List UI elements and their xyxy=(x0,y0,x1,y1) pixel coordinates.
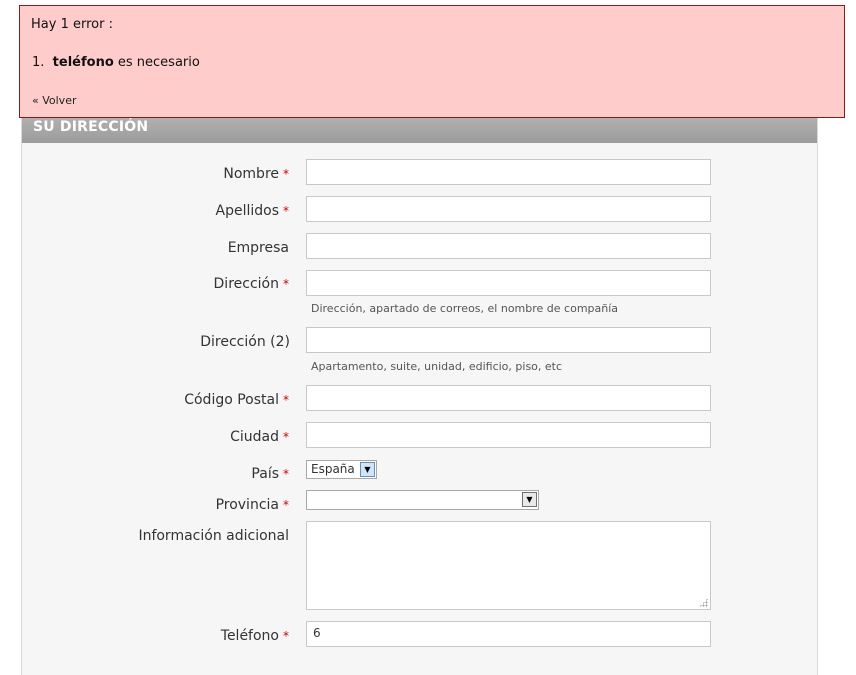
codigo-postal-input[interactable] xyxy=(306,385,711,411)
required-marker: * xyxy=(283,498,289,512)
telefono-label: Teléfono * xyxy=(220,628,289,644)
direccion-label: Dirección * xyxy=(213,276,289,292)
direccion2-label: Dirección (2) xyxy=(200,334,290,350)
chevron-down-icon[interactable]: ▼ xyxy=(360,462,375,477)
pais-label: País * xyxy=(251,466,289,482)
error-item-number: 1. xyxy=(32,55,45,70)
back-link[interactable]: « Volver xyxy=(32,94,76,107)
error-title: Hay 1 error : xyxy=(31,17,113,32)
empresa-label: Empresa xyxy=(227,240,289,256)
direccion2-input[interactable] xyxy=(306,327,711,353)
error-item: 1. teléfono es necesario xyxy=(32,55,200,70)
nombre-label: Nombre * xyxy=(223,166,289,182)
direccion-hint: Dirección, apartado de correos, el nombr… xyxy=(311,302,619,315)
required-marker: * xyxy=(283,167,289,181)
apellidos-label: Apellidos * xyxy=(215,203,290,219)
chevron-down-icon[interactable]: ▼ xyxy=(522,492,537,507)
apellidos-input[interactable] xyxy=(306,196,711,222)
provincia-select[interactable]: ▼ xyxy=(306,490,539,510)
telefono-input[interactable]: 6 xyxy=(306,621,711,647)
ciudad-input[interactable] xyxy=(306,422,711,448)
pais-select[interactable]: España ▼ xyxy=(306,460,377,479)
required-marker: * xyxy=(283,277,289,291)
direccion-input[interactable] xyxy=(306,270,711,296)
direccion2-hint: Apartamento, suite, unidad, edificio, pi… xyxy=(311,360,563,373)
ciudad-label: Ciudad * xyxy=(230,429,289,445)
error-message: es necesario xyxy=(117,55,200,70)
required-marker: * xyxy=(283,629,289,643)
codigo-postal-label: Código Postal * xyxy=(184,392,289,408)
informacion-label: Información adicional xyxy=(138,528,289,544)
section-title: SU DIRECCIÓN xyxy=(33,119,149,135)
provincia-label: Provincia * xyxy=(215,497,289,513)
error-field-name: teléfono xyxy=(52,55,114,70)
error-box: Hay 1 error : 1. teléfono es necesario «… xyxy=(19,5,845,118)
informacion-textarea[interactable] xyxy=(306,521,711,610)
section-header: SU DIRECCIÓN xyxy=(22,115,817,143)
required-marker: * xyxy=(283,467,289,481)
empresa-input[interactable] xyxy=(306,233,711,259)
required-marker: * xyxy=(283,393,289,407)
pais-selected-value: España xyxy=(311,462,355,476)
nombre-input[interactable] xyxy=(306,159,711,185)
resize-grip-icon[interactable] xyxy=(699,598,708,607)
required-marker: * xyxy=(283,204,289,218)
required-marker: * xyxy=(283,430,289,444)
